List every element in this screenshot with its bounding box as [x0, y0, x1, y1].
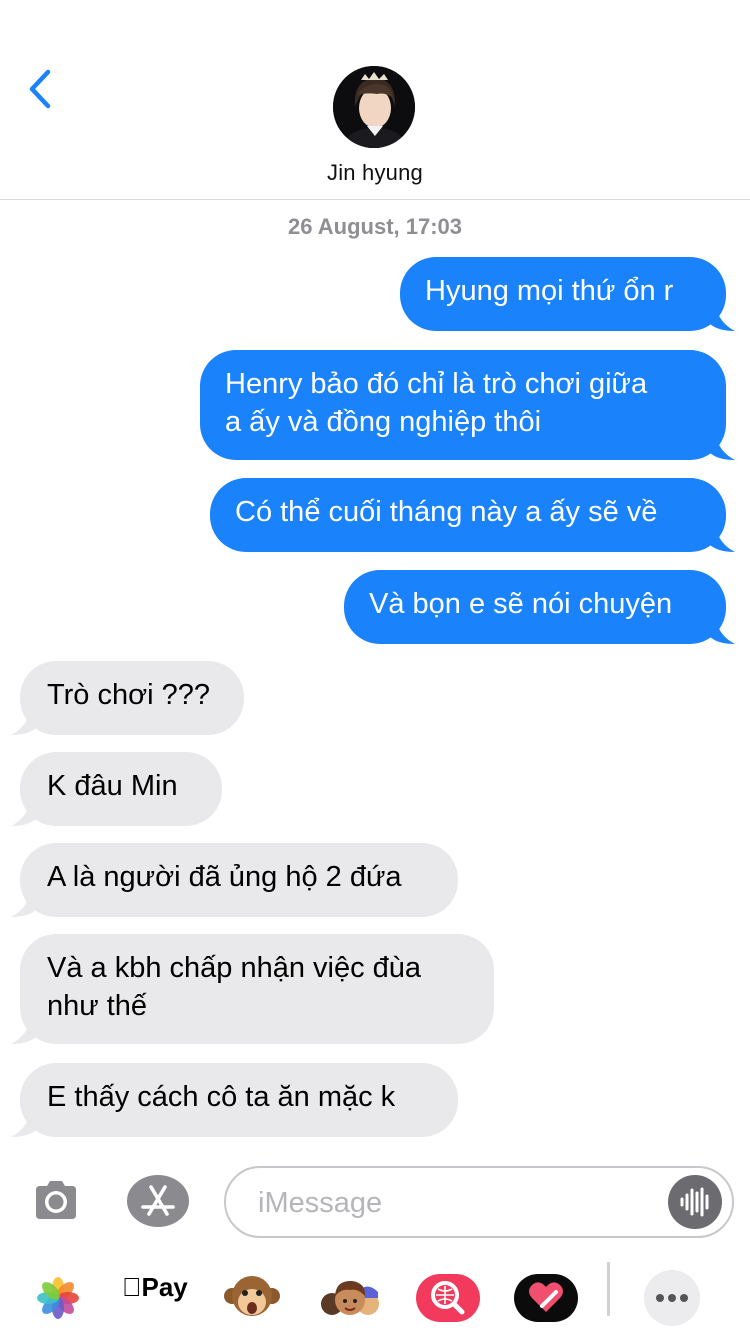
- animoji-app-button[interactable]: [220, 1266, 284, 1330]
- contact-avatar[interactable]: [333, 66, 415, 148]
- more-apps-button[interactable]: [640, 1266, 704, 1330]
- image-search-icon: [416, 1274, 480, 1322]
- message-bubble-outgoing[interactable]: Henry bảo đó chỉ là trò chơi giữa a ấy v…: [200, 350, 726, 460]
- conversation-header: Jin hyung: [0, 0, 750, 200]
- apple-logo-icon: : [122, 1272, 142, 1302]
- audio-waveform-icon: [680, 1187, 709, 1217]
- message-text: A là người đã ủng hộ 2 đứa: [47, 861, 402, 893]
- message-bubble-outgoing[interactable]: Hyung mọi thứ ổn r: [400, 257, 726, 331]
- message-text-line: như thế: [47, 990, 148, 1022]
- apple-pay-button[interactable]: Pay: [122, 1272, 188, 1303]
- message-input-field[interactable]: [224, 1166, 734, 1238]
- apple-pay-label: Pay: [122, 1272, 188, 1302]
- camera-icon: [36, 1181, 76, 1219]
- message-timestamp: 26 August, 17:03: [287, 214, 463, 239]
- message-bubble-outgoing[interactable]: Và bọn e sẽ nói chuyện: [344, 570, 726, 644]
- message-text-line: Henry bảo đó chỉ là trò chơi giữa: [225, 368, 648, 400]
- message-bubble-incoming[interactable]: E thấy cách cô ta ăn mặc k: [20, 1063, 458, 1137]
- more-icon: [644, 1270, 700, 1326]
- message-text-line: a ấy và đồng nghiệp thôi: [225, 406, 542, 438]
- photos-icon: [37, 1277, 79, 1319]
- contact-name[interactable]: Jin hyung: [0, 160, 750, 186]
- animoji-monkey-icon: [224, 1276, 280, 1316]
- chevron-left-icon: [29, 69, 51, 109]
- message-bubble-incoming[interactable]: A là người đã ủng hộ 2 đứa: [20, 843, 458, 917]
- digital-touch-app-button[interactable]: [514, 1266, 578, 1330]
- digital-touch-icon: [514, 1274, 578, 1322]
- message-text: Có thể cuối tháng này a ấy sẽ về: [235, 496, 658, 528]
- app-store-button[interactable]: [126, 1174, 190, 1228]
- message-bubble-incoming[interactable]: Và a kbh chấp nhận việc đùa như thế: [20, 934, 494, 1044]
- camera-button[interactable]: [30, 1175, 82, 1227]
- message-text: Và bọn e sẽ nói chuyện: [369, 588, 673, 620]
- memoji-app-button[interactable]: [318, 1266, 382, 1330]
- back-button[interactable]: [24, 66, 60, 112]
- voice-message-button[interactable]: [668, 1175, 722, 1229]
- message-text: E thấy cách cô ta ăn mặc k: [47, 1081, 396, 1113]
- message-text: K đâu Min: [47, 770, 178, 802]
- app-drawer-divider: [607, 1262, 610, 1316]
- image-search-app-button[interactable]: [416, 1266, 480, 1330]
- message-text-line: Và a kbh chấp nhận việc đùa: [47, 952, 422, 984]
- message-bubble-incoming[interactable]: K đâu Min: [20, 752, 222, 826]
- message-text: Hyung mọi thứ ổn r: [425, 275, 674, 307]
- message-bubble-incoming[interactable]: Trò chơi ???: [20, 661, 244, 735]
- photos-app-button[interactable]: [26, 1266, 90, 1330]
- message-text: Trò chơi ???: [47, 679, 211, 711]
- avatar-photo: [333, 66, 415, 148]
- message-bubble-outgoing[interactable]: Có thể cuối tháng này a ấy sẽ về: [210, 478, 726, 552]
- app-store-icon: [127, 1175, 189, 1227]
- app-drawer: Pay: [0, 1258, 750, 1334]
- memoji-icon: [321, 1280, 379, 1315]
- message-input[interactable]: [256, 1182, 660, 1224]
